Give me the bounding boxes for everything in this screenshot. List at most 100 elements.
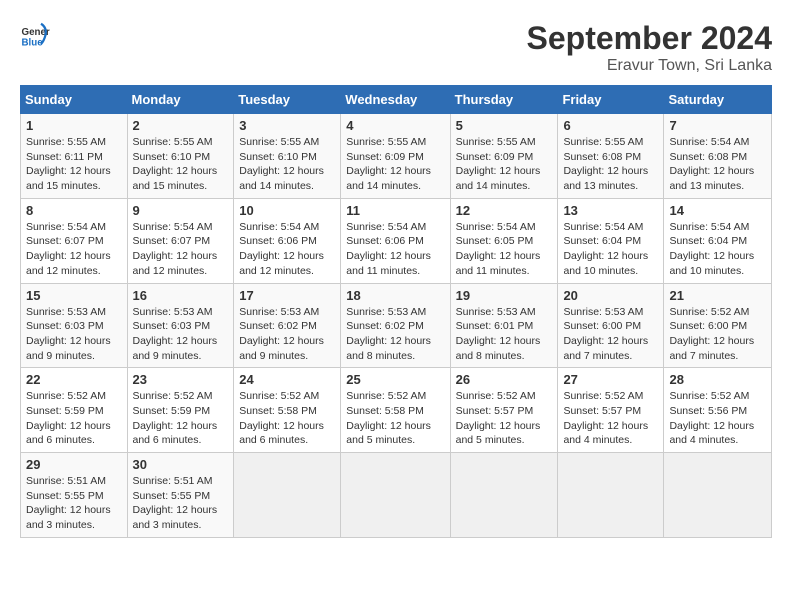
calendar-body: 1 Sunrise: 5:55 AM Sunset: 6:11 PM Daylig… <box>21 114 772 538</box>
day-number: 13 <box>563 203 658 218</box>
day-info: Sunrise: 5:52 AM Sunset: 5:59 PM Dayligh… <box>133 389 229 448</box>
calendar-cell: 10 Sunrise: 5:54 AM Sunset: 6:06 PM Dayli… <box>234 198 341 283</box>
svg-text:Blue: Blue <box>22 38 44 49</box>
day-number: 20 <box>563 288 658 303</box>
day-number: 10 <box>239 203 335 218</box>
calendar-cell <box>234 453 341 538</box>
day-info: Sunrise: 5:54 AM Sunset: 6:05 PM Dayligh… <box>456 220 553 279</box>
col-header-monday: Monday <box>127 86 234 114</box>
day-number: 18 <box>346 288 444 303</box>
calendar-cell: 22Sunrise: 5:52 AM Sunset: 5:59 PM Dayli… <box>21 368 128 453</box>
calendar-cell: 4Sunrise: 5:55 AM Sunset: 6:09 PM Daylig… <box>341 114 450 199</box>
col-header-sunday: Sunday <box>21 86 128 114</box>
calendar-cell: 25 Sunrise: 5:52 AM Sunset: 5:58 PM Dayli… <box>341 368 450 453</box>
day-info: Sunrise: 5:53 AM Sunset: 6:03 PM Dayligh… <box>133 305 229 364</box>
day-info: Sunrise: 5:52 AM Sunset: 5:56 PM Dayligh… <box>669 389 766 448</box>
day-number: 1 <box>26 118 122 133</box>
day-info: Sunrise: 5:52 AM Sunset: 5:59 PM Dayligh… <box>26 389 122 448</box>
calendar-table: SundayMondayTuesdayWednesdayThursdayFrid… <box>20 85 772 538</box>
calendar-cell: 13 Sunrise: 5:54 AM Sunset: 6:04 PM Dayli… <box>558 198 664 283</box>
day-info: Sunrise: 5:54 AM Sunset: 6:08 PM Dayligh… <box>669 135 766 194</box>
calendar-cell: 12 Sunrise: 5:54 AM Sunset: 6:05 PM Dayli… <box>450 198 558 283</box>
day-info: Sunrise: 5:54 AM Sunset: 6:04 PM Dayligh… <box>563 220 658 279</box>
calendar-cell: 26 Sunrise: 5:52 AM Sunset: 5:57 PM Dayli… <box>450 368 558 453</box>
day-info: Sunrise: 5:55 AM Sunset: 6:11 PM Dayligh… <box>26 135 122 194</box>
calendar-cell: 14Sunrise: 5:54 AM Sunset: 6:04 PM Dayli… <box>664 198 772 283</box>
calendar-cell <box>558 453 664 538</box>
day-info: Sunrise: 5:55 AM Sunset: 6:10 PM Dayligh… <box>239 135 335 194</box>
day-number: 25 <box>346 372 444 387</box>
day-info: Sunrise: 5:54 AM Sunset: 6:06 PM Dayligh… <box>239 220 335 279</box>
calendar-cell: 15 Sunrise: 5:53 AM Sunset: 6:03 PM Dayli… <box>21 283 128 368</box>
day-number: 2 <box>133 118 229 133</box>
col-header-saturday: Saturday <box>664 86 772 114</box>
day-info: Sunrise: 5:52 AM Sunset: 5:58 PM Dayligh… <box>239 389 335 448</box>
day-number: 8 <box>26 203 122 218</box>
day-info: Sunrise: 5:53 AM Sunset: 6:02 PM Dayligh… <box>239 305 335 364</box>
day-info: Sunrise: 5:54 AM Sunset: 6:06 PM Dayligh… <box>346 220 444 279</box>
day-number: 6 <box>563 118 658 133</box>
day-number: 26 <box>456 372 553 387</box>
day-info: Sunrise: 5:53 AM Sunset: 6:03 PM Dayligh… <box>26 305 122 364</box>
calendar-header-row: SundayMondayTuesdayWednesdayThursdayFrid… <box>21 86 772 114</box>
day-info: Sunrise: 5:55 AM Sunset: 6:10 PM Dayligh… <box>133 135 229 194</box>
col-header-friday: Friday <box>558 86 664 114</box>
calendar-cell: 11 Sunrise: 5:54 AM Sunset: 6:06 PM Dayli… <box>341 198 450 283</box>
calendar-cell: 8 Sunrise: 5:54 AM Sunset: 6:07 PM Daylig… <box>21 198 128 283</box>
day-number: 5 <box>456 118 553 133</box>
calendar-cell: 30Sunrise: 5:51 AM Sunset: 5:55 PM Dayli… <box>127 453 234 538</box>
calendar-cell: 17 Sunrise: 5:53 AM Sunset: 6:02 PM Dayli… <box>234 283 341 368</box>
day-info: Sunrise: 5:55 AM Sunset: 6:09 PM Dayligh… <box>346 135 444 194</box>
day-number: 30 <box>133 457 229 472</box>
day-number: 9 <box>133 203 229 218</box>
logo: General Blue <box>20 20 50 50</box>
day-info: Sunrise: 5:53 AM Sunset: 6:01 PM Dayligh… <box>456 305 553 364</box>
day-info: Sunrise: 5:53 AM Sunset: 6:02 PM Dayligh… <box>346 305 444 364</box>
col-header-tuesday: Tuesday <box>234 86 341 114</box>
day-number: 15 <box>26 288 122 303</box>
calendar-cell: 24 Sunrise: 5:52 AM Sunset: 5:58 PM Dayli… <box>234 368 341 453</box>
title-block: September 2024 Eravur Town, Sri Lanka <box>527 20 772 75</box>
day-info: Sunrise: 5:52 AM Sunset: 5:57 PM Dayligh… <box>456 389 553 448</box>
calendar-cell: 2 Sunrise: 5:55 AM Sunset: 6:10 PM Daylig… <box>127 114 234 199</box>
calendar-week-3: 15 Sunrise: 5:53 AM Sunset: 6:03 PM Dayli… <box>21 283 772 368</box>
day-number: 12 <box>456 203 553 218</box>
day-number: 16 <box>133 288 229 303</box>
day-info: Sunrise: 5:52 AM Sunset: 5:57 PM Dayligh… <box>563 389 658 448</box>
day-number: 7 <box>669 118 766 133</box>
calendar-cell: 21Sunrise: 5:52 AM Sunset: 6:00 PM Dayli… <box>664 283 772 368</box>
calendar-week-5: 29Sunrise: 5:51 AM Sunset: 5:55 PM Dayli… <box>21 453 772 538</box>
calendar-cell: 27 Sunrise: 5:52 AM Sunset: 5:57 PM Dayli… <box>558 368 664 453</box>
day-info: Sunrise: 5:55 AM Sunset: 6:08 PM Dayligh… <box>563 135 658 194</box>
day-info: Sunrise: 5:52 AM Sunset: 5:58 PM Dayligh… <box>346 389 444 448</box>
calendar-cell: 23 Sunrise: 5:52 AM Sunset: 5:59 PM Dayli… <box>127 368 234 453</box>
day-number: 27 <box>563 372 658 387</box>
day-number: 23 <box>133 372 229 387</box>
day-info: Sunrise: 5:54 AM Sunset: 6:07 PM Dayligh… <box>26 220 122 279</box>
calendar-cell: 28 Sunrise: 5:52 AM Sunset: 5:56 PM Dayli… <box>664 368 772 453</box>
month-title: September 2024 <box>527 20 772 57</box>
calendar-cell: 7 Sunrise: 5:54 AM Sunset: 6:08 PM Daylig… <box>664 114 772 199</box>
day-info: Sunrise: 5:53 AM Sunset: 6:00 PM Dayligh… <box>563 305 658 364</box>
calendar-cell: 1 Sunrise: 5:55 AM Sunset: 6:11 PM Daylig… <box>21 114 128 199</box>
day-number: 14 <box>669 203 766 218</box>
day-number: 19 <box>456 288 553 303</box>
day-number: 11 <box>346 203 444 218</box>
day-number: 28 <box>669 372 766 387</box>
calendar-cell <box>341 453 450 538</box>
calendar-cell: 19 Sunrise: 5:53 AM Sunset: 6:01 PM Dayli… <box>450 283 558 368</box>
day-info: Sunrise: 5:52 AM Sunset: 6:00 PM Dayligh… <box>669 305 766 364</box>
calendar-cell: 6 Sunrise: 5:55 AM Sunset: 6:08 PM Daylig… <box>558 114 664 199</box>
day-number: 29 <box>26 457 122 472</box>
calendar-cell: 20 Sunrise: 5:53 AM Sunset: 6:00 PM Dayli… <box>558 283 664 368</box>
day-number: 3 <box>239 118 335 133</box>
calendar-cell: 9Sunrise: 5:54 AM Sunset: 6:07 PM Daylig… <box>127 198 234 283</box>
calendar-cell: 29Sunrise: 5:51 AM Sunset: 5:55 PM Dayli… <box>21 453 128 538</box>
location-title: Eravur Town, Sri Lanka <box>527 57 772 75</box>
day-number: 24 <box>239 372 335 387</box>
day-number: 17 <box>239 288 335 303</box>
col-header-wednesday: Wednesday <box>341 86 450 114</box>
page-header: General Blue September 2024 Eravur Town,… <box>20 20 772 75</box>
calendar-cell: 3 Sunrise: 5:55 AM Sunset: 6:10 PM Daylig… <box>234 114 341 199</box>
calendar-cell: 18 Sunrise: 5:53 AM Sunset: 6:02 PM Dayli… <box>341 283 450 368</box>
